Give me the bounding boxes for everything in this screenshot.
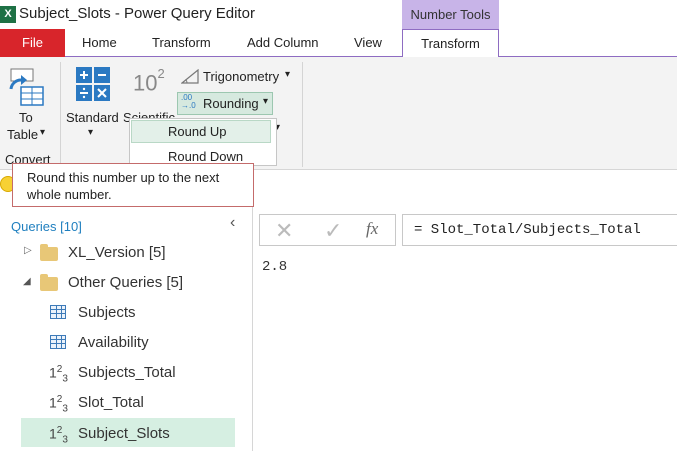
folder-icon — [40, 244, 58, 261]
chevron-down-icon: ▾ — [40, 127, 46, 138]
queries-header: Queries [10] — [11, 219, 82, 234]
query-subjects-total[interactable]: Subjects_Total — [78, 364, 176, 381]
query-availability[interactable]: Availability — [78, 334, 149, 351]
fx-icon[interactable]: fx — [366, 219, 378, 239]
to-table-label-2: Table — [7, 127, 39, 142]
to-table-button[interactable] — [7, 67, 45, 107]
rounding-button[interactable]: .00 →.0 Rounding ▾ — [177, 92, 273, 115]
to-table-label-1: To — [19, 110, 33, 125]
query-slot-total[interactable]: Slot_Total — [78, 394, 144, 411]
collapse-arrow-icon[interactable]: ◢ — [23, 276, 31, 287]
formula-input[interactable]: = Slot_Total/Subjects_Total — [402, 214, 677, 246]
number-icon: 123 — [49, 425, 68, 446]
query-subject-slots[interactable]: Subject_Slots — [78, 425, 170, 442]
calculator-icon — [76, 67, 110, 101]
rounding-icon: .00 →.0 — [181, 94, 196, 110]
chevron-down-icon: ▾ — [263, 96, 269, 107]
tab-home[interactable]: Home — [82, 29, 117, 57]
tab-file[interactable]: File — [0, 29, 65, 57]
table-icon — [50, 305, 66, 319]
menu-item-round-up[interactable]: Round Up — [131, 120, 271, 143]
excel-logo-icon: X — [0, 6, 16, 23]
number-icon: 123 — [49, 364, 68, 385]
context-tab-group-header: Number Tools — [402, 0, 499, 29]
tab-transform[interactable]: Transform — [152, 29, 211, 57]
confirm-icon[interactable]: ✓ — [324, 218, 342, 244]
rounding-label: Rounding — [203, 96, 259, 111]
triangle-angle-icon — [181, 69, 199, 84]
number-icon: 123 — [49, 394, 68, 415]
collapse-pane-icon[interactable]: ‹ — [230, 214, 235, 232]
ribbon-separator — [60, 62, 61, 167]
tab-add-column[interactable]: Add Column — [247, 29, 319, 57]
folder-icon — [40, 274, 58, 291]
cancel-icon[interactable]: ✕ — [275, 218, 293, 244]
table-icon — [50, 335, 66, 349]
standard-label: Standard — [66, 110, 119, 125]
query-group-xl-version[interactable]: XL_Version [5] — [68, 244, 166, 261]
tab-view[interactable]: View — [354, 29, 382, 57]
query-subjects[interactable]: Subjects — [78, 304, 136, 321]
rounding-icon-bottom: →.0 — [181, 101, 196, 110]
power-icon: 10 — [133, 70, 158, 96]
to-table-icon — [9, 68, 44, 106]
scientific-button[interactable]: 102 — [133, 66, 165, 96]
ribbon-separator — [302, 62, 303, 167]
power-exponent: 2 — [157, 66, 165, 81]
query-group-other-queries[interactable]: Other Queries [5] — [68, 274, 183, 291]
expand-arrow-icon[interactable]: ▷ — [24, 245, 32, 256]
chevron-down-icon: ▾ — [285, 69, 291, 80]
chevron-down-icon: ▾ — [88, 127, 94, 138]
result-value: 2.8 — [262, 259, 288, 275]
tooltip: Round this number up to the next whole n… — [12, 163, 254, 207]
standard-button[interactable] — [76, 67, 110, 101]
trigonometry-label: Trigonometry — [203, 69, 280, 84]
window-title: Subject_Slots - Power Query Editor — [19, 5, 255, 22]
trigonometry-button[interactable]: Trigonometry ▾ — [181, 69, 301, 85]
tab-number-tools-transform[interactable]: Transform — [402, 29, 499, 58]
